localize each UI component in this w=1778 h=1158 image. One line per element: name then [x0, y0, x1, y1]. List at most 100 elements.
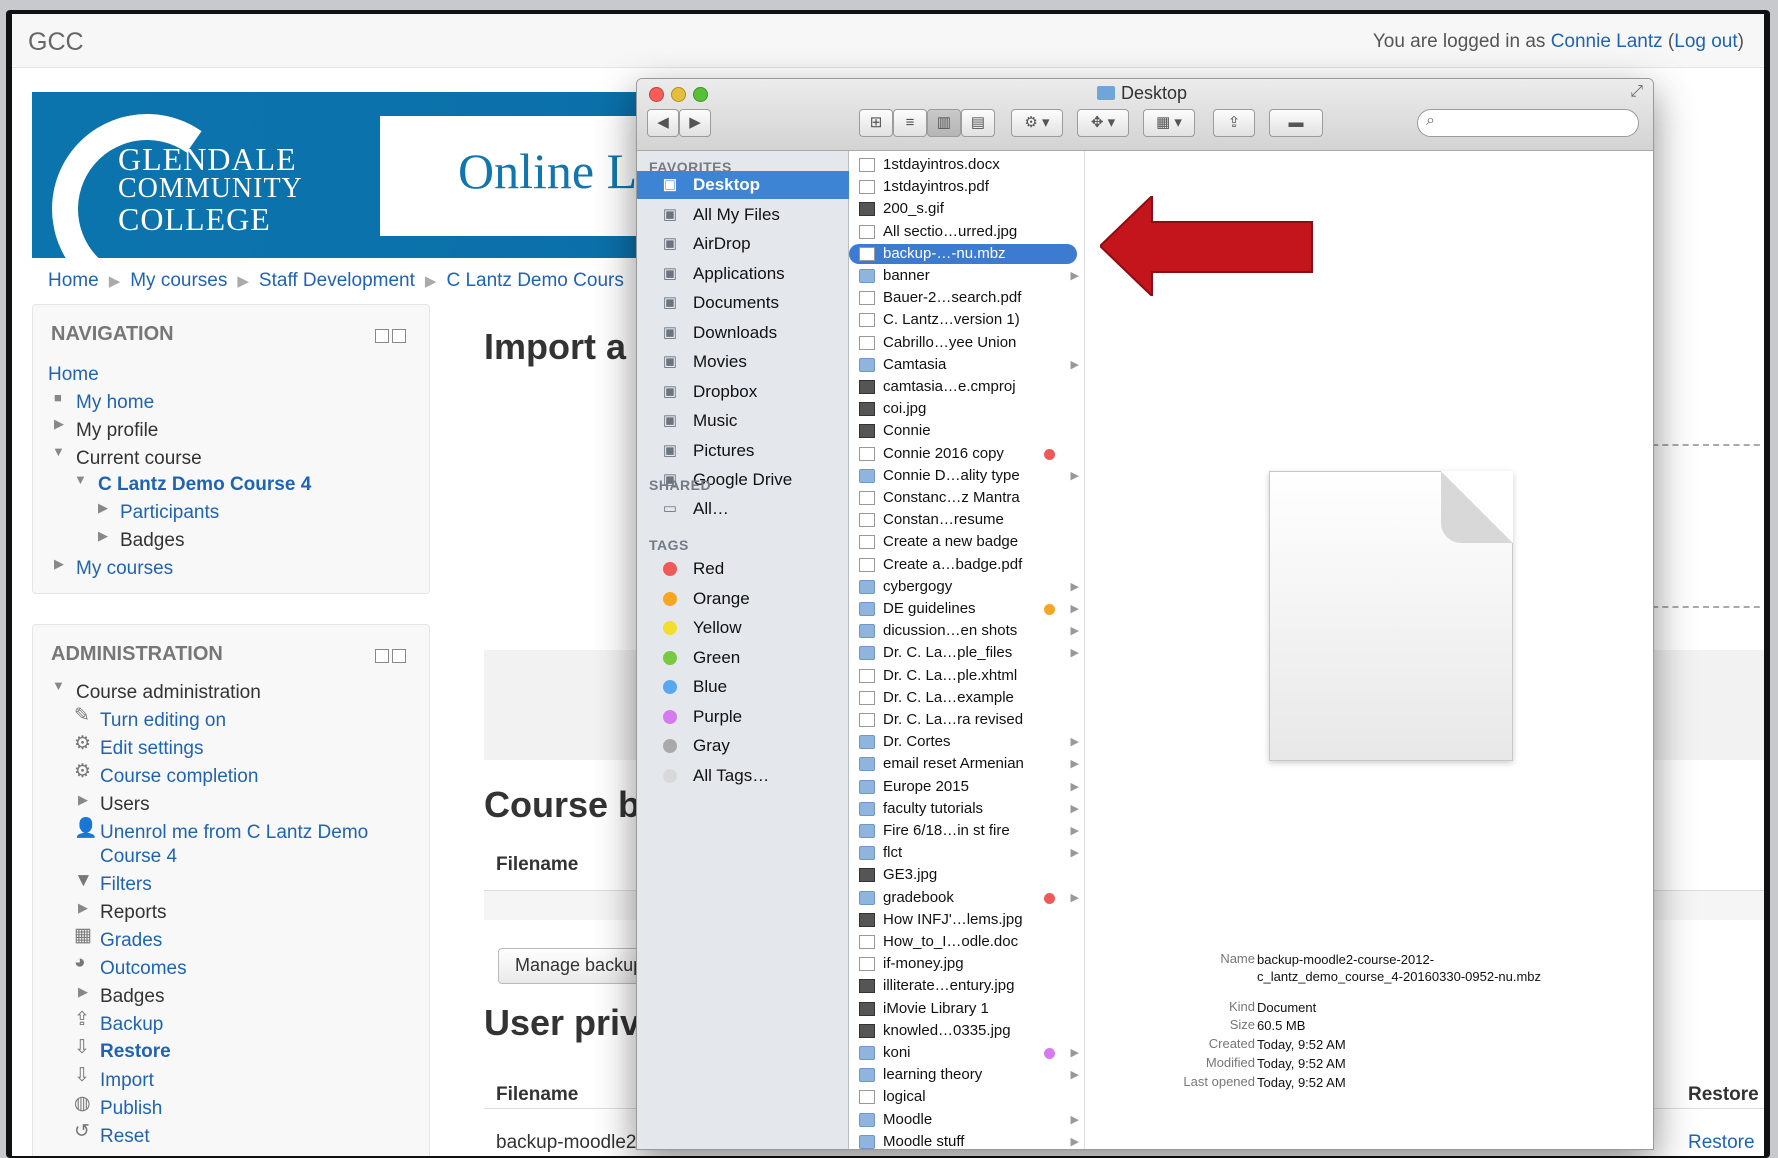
file-item[interactable]: All sectio…urred.jpg — [849, 222, 1085, 242]
file-item[interactable]: Connie — [849, 421, 1085, 441]
sidebar-item-shared-all[interactable]: ▭ All… — [637, 495, 849, 523]
file-item[interactable]: 200_s.gif — [849, 199, 1085, 219]
restore-link[interactable]: Restore — [1688, 1132, 1755, 1154]
expand-arrow-icon[interactable]: ▶ — [54, 556, 64, 572]
file-item[interactable]: camtasia…e.cmproj — [849, 377, 1085, 397]
collapse-arrow-icon[interactable]: ▼ — [52, 678, 65, 693]
dropbox-button[interactable]: ✥ ▾ — [1077, 109, 1129, 137]
sidebar-tag-purple[interactable]: Purple — [637, 703, 849, 731]
file-item[interactable]: banner ▶ — [849, 266, 1085, 286]
admin-users[interactable]: Users — [100, 794, 150, 816]
admin-turn-editing[interactable]: Turn editing on — [100, 710, 226, 732]
file-item[interactable]: Constan…resume — [849, 510, 1085, 530]
user-link[interactable]: Connie Lantz — [1551, 31, 1663, 52]
nav-my-home[interactable]: My home — [76, 392, 154, 414]
logout-link[interactable]: Log out — [1674, 31, 1737, 52]
sidebar-item-airdrop[interactable]: ▣ AirDrop — [637, 230, 849, 258]
sidebar-tag-blue[interactable]: Blue — [637, 673, 849, 701]
fullscreen-icon[interactable]: ⤢ — [1630, 83, 1643, 101]
file-item[interactable]: 1stdayintros.pdf — [849, 177, 1085, 197]
file-item[interactable]: iMovie Library 1 — [849, 999, 1085, 1019]
list-view-button[interactable]: ≡ — [893, 109, 927, 137]
admin-backup[interactable]: Backup — [100, 1014, 163, 1036]
sidebar-item-music[interactable]: ▣ Music — [637, 407, 849, 435]
breadcrumb-staff-development[interactable]: Staff Development — [259, 270, 415, 291]
admin-edit-settings[interactable]: Edit settings — [100, 738, 204, 760]
file-item[interactable]: Dr. C. La…ple.xhtml — [849, 666, 1085, 686]
file-item[interactable]: Create a new badge — [849, 532, 1085, 552]
file-item[interactable]: faculty tutorials ▶ — [849, 799, 1085, 819]
admin-unenrol-line1[interactable]: Unenrol me from C Lantz Demo — [100, 822, 368, 844]
file-item[interactable]: Dr. Cortes ▶ — [849, 732, 1085, 752]
sidebar-tag-orange[interactable]: Orange — [637, 585, 849, 613]
file-item[interactable]: gradebook ▶ — [849, 888, 1085, 908]
file-item[interactable]: Moodle stuff ▶ — [849, 1132, 1085, 1149]
admin-restore[interactable]: Restore — [100, 1041, 171, 1063]
arrange-button[interactable]: ▦ ▾ — [1143, 109, 1195, 137]
file-item[interactable]: Connie D…ality type ▶ — [849, 466, 1085, 486]
breadcrumb-my-courses[interactable]: My courses — [130, 270, 227, 291]
block-controls[interactable] — [375, 329, 409, 343]
admin-import[interactable]: Import — [100, 1070, 154, 1092]
file-item[interactable]: koni ▶ — [849, 1043, 1085, 1063]
dock-icon[interactable] — [392, 649, 406, 663]
file-item[interactable]: How_to_I…odle.doc — [849, 932, 1085, 952]
file-item[interactable]: Dr. C. La…example — [849, 688, 1085, 708]
file-item-selected[interactable]: backup-…-nu.mbz — [849, 243, 1077, 264]
nav-participants[interactable]: Participants — [120, 502, 219, 524]
sidebar-item-dropbox[interactable]: ▣ Dropbox — [637, 378, 849, 406]
file-item[interactable]: illiterate…entury.jpg — [849, 976, 1085, 996]
sidebar-item-all-my-files[interactable]: ▣ All My Files — [637, 201, 849, 229]
file-item[interactable]: Moodle ▶ — [849, 1110, 1085, 1130]
expand-arrow-icon[interactable]: ▶ — [78, 984, 88, 1000]
file-item[interactable]: knowled…0335.jpg — [849, 1021, 1085, 1041]
admin-filters[interactable]: Filters — [100, 874, 152, 896]
file-item[interactable]: How INFJ'…lems.jpg — [849, 910, 1085, 930]
file-drop-area[interactable] — [1642, 444, 1764, 608]
file-item[interactable]: 1stdayintros.docx — [849, 155, 1085, 175]
file-item[interactable]: DE guidelines ▶ — [849, 599, 1085, 619]
breadcrumb-home[interactable]: Home — [48, 270, 99, 291]
file-item[interactable]: flct ▶ — [849, 843, 1085, 863]
sidebar-tag-yellow[interactable]: Yellow — [637, 614, 849, 642]
column-view-button[interactable]: ▥ — [927, 109, 961, 137]
tags-button[interactable]: ▬ — [1269, 109, 1323, 137]
sidebar-item-pictures[interactable]: ▣ Pictures — [637, 437, 849, 465]
file-item[interactable]: C. Lantz…version 1) — [849, 310, 1085, 330]
sidebar-tag-all-tags-[interactable]: All Tags… — [637, 762, 849, 790]
nav-my-profile[interactable]: My profile — [76, 420, 158, 442]
file-item[interactable]: email reset Armenian ▶ — [849, 754, 1085, 774]
admin-badges[interactable]: Badges — [100, 986, 164, 1008]
sidebar-tag-red[interactable]: Red — [637, 555, 849, 583]
expand-arrow-icon[interactable]: ▶ — [78, 792, 88, 808]
file-item[interactable]: Bauer-2…search.pdf — [849, 288, 1085, 308]
admin-outcomes[interactable]: Outcomes — [100, 958, 187, 980]
share-button[interactable]: ⇪ — [1213, 109, 1255, 137]
nav-my-courses[interactable]: My courses — [76, 558, 173, 580]
collapse-arrow-icon[interactable]: ▼ — [52, 444, 65, 459]
sidebar-item-documents[interactable]: ▣ Documents — [637, 289, 849, 317]
sidebar-item-desktop[interactable]: ▣ Desktop — [637, 171, 849, 199]
search-input[interactable]: ⌕ — [1417, 109, 1639, 137]
collapse-icon[interactable] — [375, 649, 389, 663]
close-button[interactable] — [649, 87, 664, 102]
breadcrumb-course[interactable]: C Lantz Demo Cours — [446, 270, 623, 291]
nav-course[interactable]: C Lantz Demo Course 4 — [98, 474, 311, 496]
expand-arrow-icon[interactable]: ▶ — [98, 500, 108, 516]
file-item[interactable]: if-money.jpg — [849, 954, 1085, 974]
sidebar-item-applications[interactable]: ▣ Applications — [637, 260, 849, 288]
college-logo[interactable]: GLENDALE COMMUNITY COLLEGE — [118, 143, 303, 235]
expand-arrow-icon[interactable]: ▶ — [54, 416, 64, 432]
admin-reset[interactable]: Reset — [100, 1126, 150, 1148]
minimize-button[interactable] — [671, 87, 686, 102]
manage-backup-button[interactable]: Manage backup — [498, 948, 658, 984]
back-button[interactable]: ◀ — [647, 109, 679, 137]
file-item[interactable]: Create a…badge.pdf — [849, 555, 1085, 575]
sidebar-item-downloads[interactable]: ▣ Downloads — [637, 319, 849, 347]
collapse-arrow-icon[interactable]: ▼ — [74, 472, 87, 487]
collapse-icon[interactable] — [375, 329, 389, 343]
block-controls[interactable] — [375, 649, 409, 663]
file-item[interactable]: dicussion…en shots ▶ — [849, 621, 1085, 641]
coverflow-view-button[interactable]: ▤ — [961, 109, 995, 137]
forward-button[interactable]: ▶ — [679, 109, 711, 137]
